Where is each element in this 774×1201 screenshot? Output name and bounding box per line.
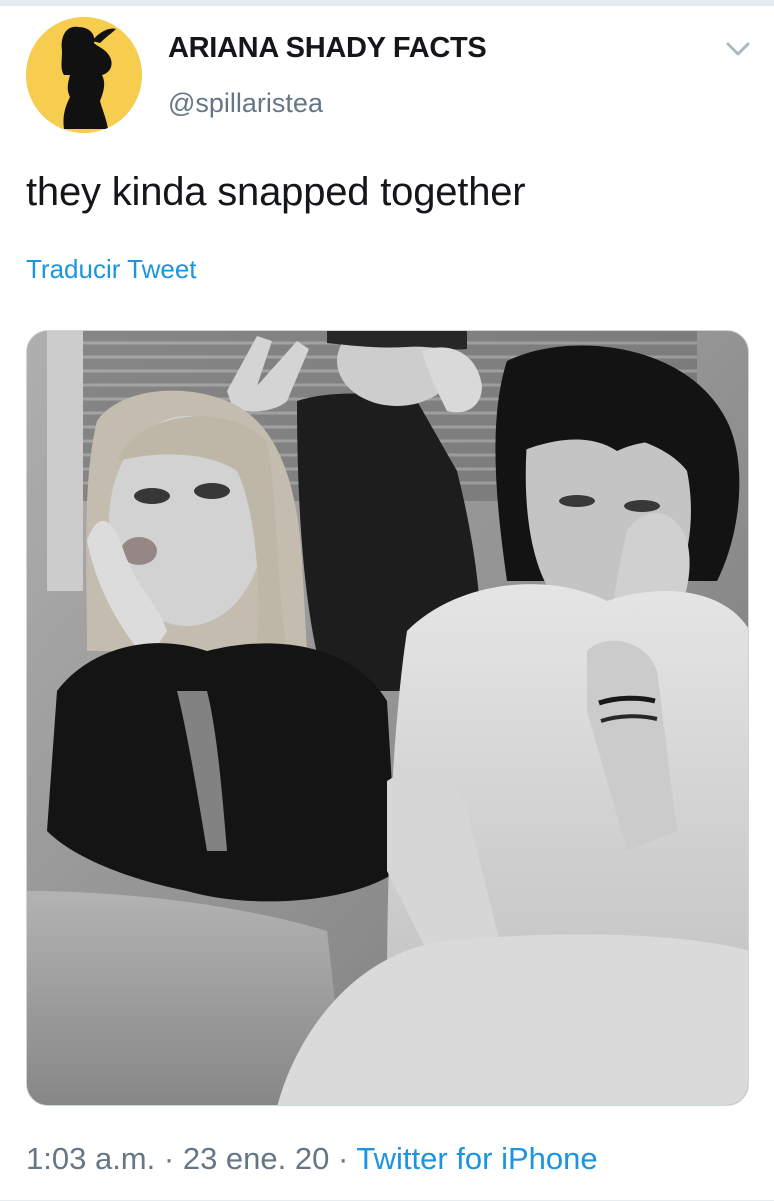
tweet-text: they kinda snapped together xyxy=(26,170,526,214)
photo-image xyxy=(27,331,748,1105)
tweet-meta: 1:03 a.m. · 23 ene. 20 · Twitter for iPh… xyxy=(26,1141,598,1177)
tweet-photo[interactable] xyxy=(26,330,749,1106)
chevron-down-icon xyxy=(726,42,750,56)
tweet-menu-button[interactable] xyxy=(722,36,754,62)
tweet: ARIANA SHADY FACTS @spillaristea they ki… xyxy=(0,6,774,1201)
display-name[interactable]: ARIANA SHADY FACTS xyxy=(168,32,487,65)
avatar[interactable] xyxy=(26,17,142,133)
translate-tweet-link[interactable]: Traducir Tweet xyxy=(26,254,197,285)
meta-separator: · xyxy=(163,1141,175,1176)
silhouette-icon xyxy=(26,17,142,133)
tweet-time[interactable]: 1:03 a.m. xyxy=(26,1141,155,1176)
meta-separator: · xyxy=(337,1141,349,1176)
tweet-date[interactable]: 23 ene. 20 xyxy=(183,1141,330,1176)
user-handle[interactable]: @spillaristea xyxy=(168,88,323,119)
tweet-source-link[interactable]: Twitter for iPhone xyxy=(356,1141,597,1176)
